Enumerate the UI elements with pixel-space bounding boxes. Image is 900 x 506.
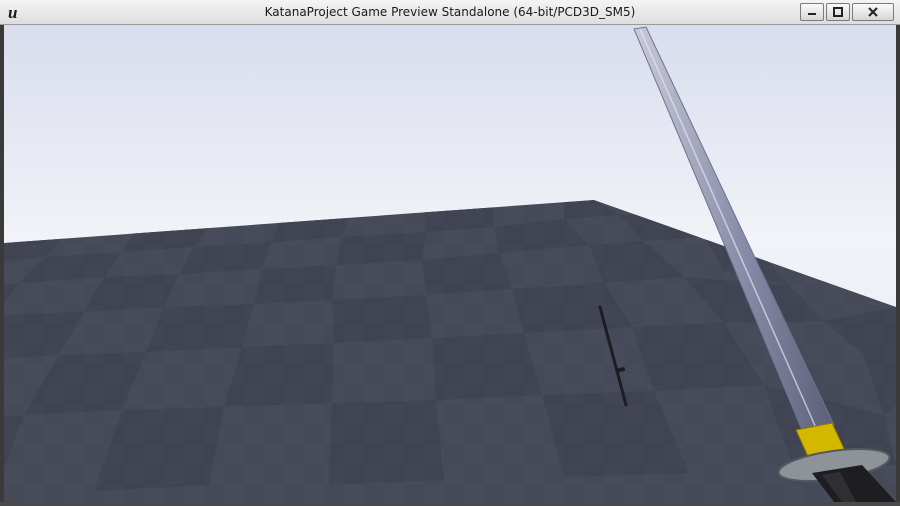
window-frame-bottom: [0, 502, 900, 506]
maximize-button[interactable]: [826, 3, 850, 21]
game-preview-window: u KatanaProject Game Preview Standalone …: [0, 0, 900, 506]
game-viewport[interactable]: [4, 25, 896, 502]
maximize-icon: [833, 7, 843, 17]
window-title: KatanaProject Game Preview Standalone (6…: [264, 5, 636, 19]
minimize-icon: [808, 13, 816, 15]
title-bar[interactable]: u KatanaProject Game Preview Standalone …: [0, 0, 900, 25]
minimize-button[interactable]: [800, 3, 824, 21]
close-icon: [868, 7, 878, 17]
close-button[interactable]: [852, 3, 894, 21]
